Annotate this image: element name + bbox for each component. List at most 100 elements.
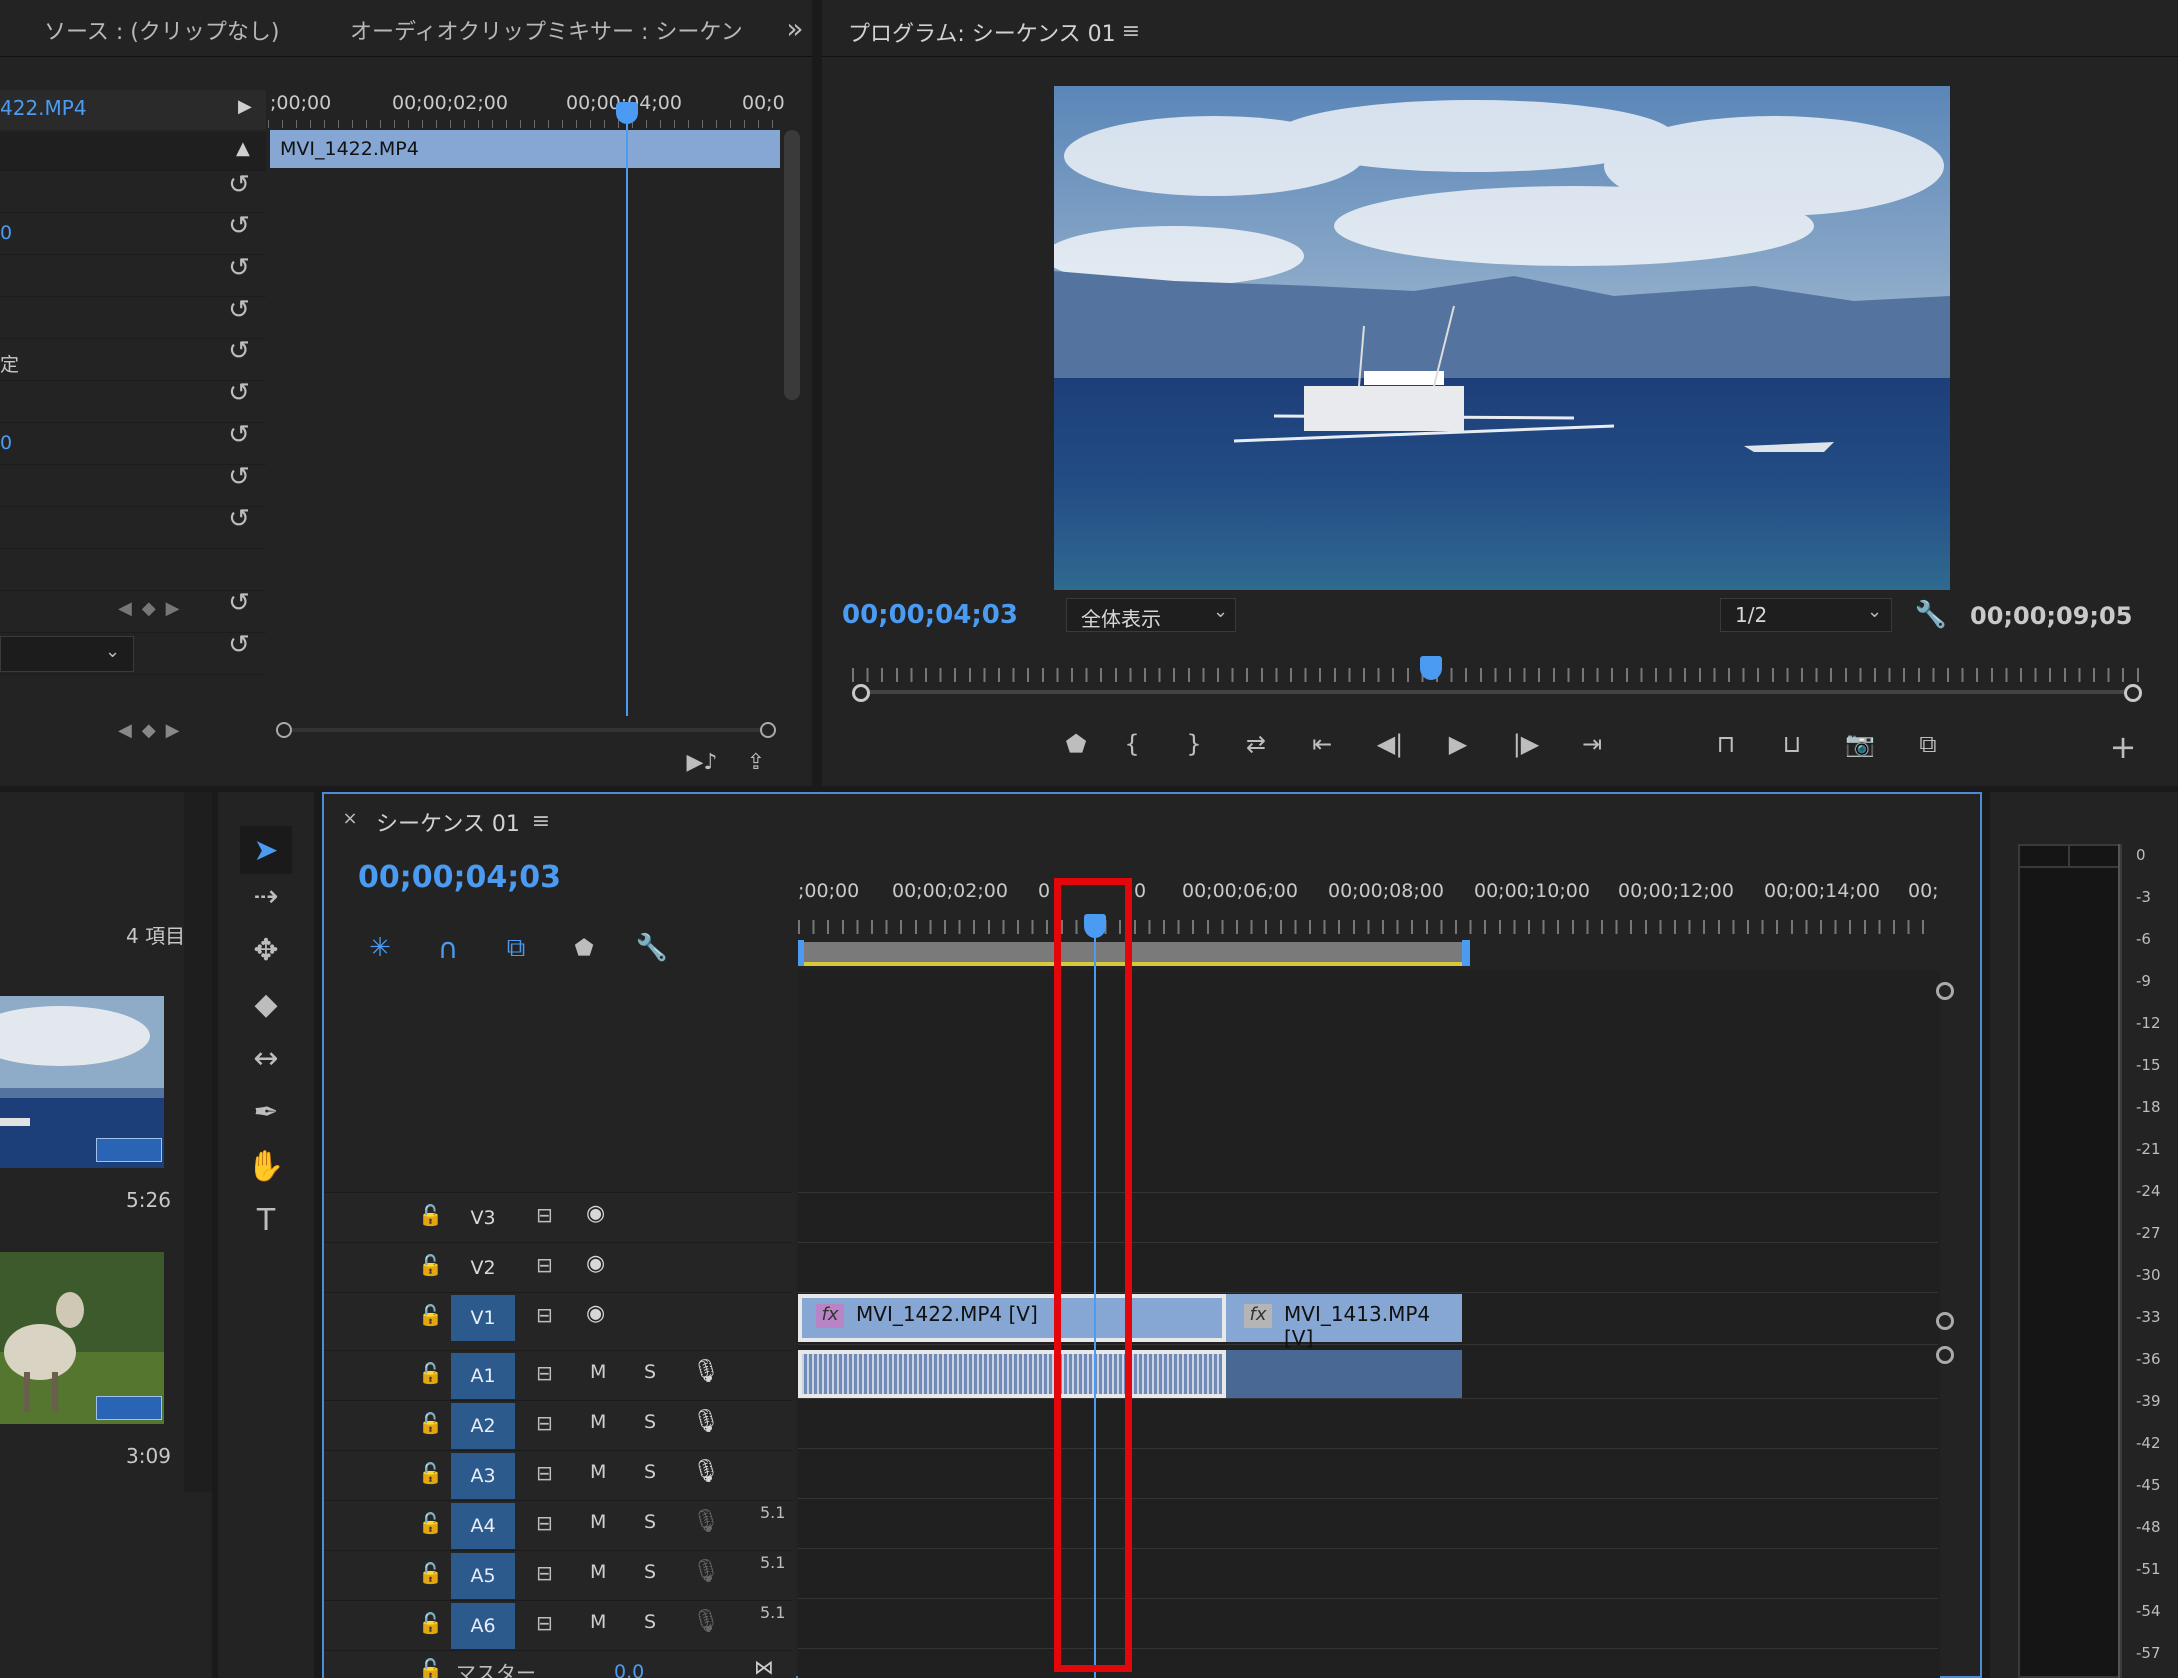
mute-button[interactable]: M — [590, 1461, 606, 1483]
source-tab[interactable]: ソース : (クリップなし) — [44, 14, 279, 46]
linked-selection-icon[interactable]: ⧉ — [498, 930, 534, 966]
voiceover-mic-icon[interactable]: 🎙 — [692, 1609, 720, 1634]
panel-overflow-icon[interactable]: » — [780, 10, 810, 46]
eye-icon[interactable]: ◉ — [586, 1251, 605, 1276]
keyframe-nav[interactable]: ◀◆▶ — [118, 598, 190, 619]
sync-lock-icon[interactable]: ⊟ — [536, 1203, 553, 1227]
play-audio-only-icon[interactable]: ▶♪ — [686, 746, 718, 778]
mute-button[interactable]: M — [590, 1411, 606, 1433]
track-select-icon[interactable]: ⇢ — [240, 872, 292, 920]
razor-tool-icon[interactable]: ◆ — [240, 980, 292, 1028]
ec-playhead[interactable] — [626, 104, 628, 716]
mark-in-icon[interactable]: { — [1110, 726, 1154, 762]
sync-lock-icon[interactable]: ⊟ — [536, 1253, 553, 1277]
timeline-vscroll[interactable] — [1936, 982, 1954, 1662]
menu-icon[interactable]: ≡ — [1118, 18, 1144, 44]
type-tool-icon[interactable]: T — [240, 1196, 292, 1244]
track-target-a3[interactable]: A3 — [451, 1453, 515, 1499]
work-area-start[interactable] — [798, 940, 804, 966]
track-target-a2[interactable]: A2 — [451, 1403, 515, 1449]
solo-button[interactable]: S — [644, 1611, 656, 1633]
go-to-out-icon[interactable]: ⇥ — [1570, 726, 1614, 762]
program-title[interactable]: プログラム: シーケンス 01 — [848, 16, 1116, 48]
clip-a1-audio-2[interactable] — [1226, 1350, 1462, 1398]
play-triangle-icon[interactable]: ▶ — [238, 96, 252, 117]
wrench-icon[interactable]: 🔧 — [1914, 598, 1948, 632]
reset-parameter-icon[interactable]: ↺ — [222, 168, 256, 202]
timeline-timecode[interactable]: 00;00;04;03 — [358, 860, 561, 895]
reset-parameter-icon[interactable]: ↺ — [222, 251, 256, 285]
voiceover-mic-icon[interactable]: 🎙 — [692, 1409, 720, 1434]
sync-lock-icon[interactable]: ⊟ — [536, 1361, 553, 1385]
reset-parameter-icon[interactable]: ↺ — [222, 376, 256, 410]
lock-icon[interactable]: 🔓 — [418, 1361, 443, 1385]
clip-v1-mvi-1413[interactable]: fx MVI_1413.MP4 [V] — [1226, 1294, 1462, 1350]
extract-icon[interactable]: ⊔ — [1770, 726, 1814, 762]
ec-playhead-head[interactable] — [616, 102, 638, 124]
track-target-a5[interactable]: A5 — [451, 1553, 515, 1599]
solo-button[interactable]: S — [644, 1411, 656, 1433]
reset-parameter-icon[interactable]: ↺ — [222, 586, 256, 620]
sync-lock-icon[interactable]: ⊟ — [536, 1461, 553, 1485]
voiceover-mic-icon[interactable]: 🎙 — [692, 1459, 720, 1484]
export-frame-icon[interactable]: 📷 — [1838, 726, 1882, 762]
add-marker-icon[interactable]: ⬟ — [1054, 726, 1098, 762]
track-target-a1[interactable]: A1 — [451, 1353, 515, 1399]
zoom-handle-left[interactable] — [852, 684, 870, 702]
lock-icon[interactable]: 🔓 — [418, 1511, 443, 1535]
eye-icon[interactable]: ◉ — [586, 1201, 605, 1226]
sync-lock-icon[interactable]: ⊟ — [536, 1561, 553, 1585]
step-back-to-in-icon[interactable]: ⇤ — [1300, 726, 1344, 762]
solo-button[interactable]: S — [644, 1461, 656, 1483]
lock-icon[interactable]: 🔓 — [418, 1611, 443, 1635]
reset-parameter-icon[interactable]: ↺ — [222, 460, 256, 494]
zoom-handle-right[interactable] — [2124, 684, 2142, 702]
sync-lock-icon[interactable]: ⊟ — [536, 1303, 553, 1327]
mark-out-icon[interactable]: } — [1172, 726, 1216, 762]
hand-tool-icon[interactable]: ✋ — [240, 1142, 292, 1190]
ec-clip-bar[interactable]: MVI_1422.MP4 — [270, 130, 780, 168]
selection-tool-icon[interactable]: ➤ — [240, 826, 292, 874]
fit-dropdown[interactable]: 全体表示 ⌄ — [1066, 598, 1236, 632]
voiceover-mic-icon[interactable]: 🎙 — [692, 1359, 720, 1384]
add-marker-icon[interactable]: ⬟ — [566, 930, 602, 966]
clip-v1-mvi-1422[interactable]: fx MVI_1422.MP4 [V] — [798, 1294, 1226, 1342]
play-icon[interactable]: ▶ — [1436, 726, 1480, 762]
track-target-a6[interactable]: A6 — [451, 1603, 515, 1649]
snap-magnet-icon[interactable]: ∩ — [430, 930, 466, 966]
solo-button[interactable]: S — [644, 1511, 656, 1533]
reset-parameter-icon[interactable]: ↺ — [222, 334, 256, 368]
program-timecode[interactable]: 00;00;04;03 — [842, 600, 1018, 630]
compare-view-icon[interactable]: ⧉ — [1906, 726, 1950, 762]
blend-dropdown[interactable]: ⌄ — [0, 636, 134, 672]
sync-lock-icon[interactable]: ⊟ — [536, 1511, 553, 1535]
eye-icon[interactable]: ◉ — [586, 1301, 605, 1326]
mute-button[interactable]: M — [590, 1611, 606, 1633]
ripple-edit-icon[interactable]: ✥ — [240, 926, 292, 974]
ec-vscroll[interactable] — [784, 130, 800, 400]
lock-icon[interactable]: 🔓 — [418, 1303, 443, 1327]
lock-icon[interactable]: 🔓 — [418, 1561, 443, 1585]
mute-button[interactable]: M — [590, 1361, 606, 1383]
add-button-icon[interactable]: + — [2106, 728, 2140, 766]
sync-lock-icon[interactable]: ⊟ — [536, 1411, 553, 1435]
slip-tool-icon[interactable]: ↔ — [240, 1034, 292, 1082]
lock-icon[interactable]: 🔓 — [418, 1657, 443, 1678]
reset-parameter-icon[interactable]: ↺ — [222, 418, 256, 452]
master-end-icon[interactable]: ⋈ — [754, 1655, 774, 1678]
lock-icon[interactable]: 🔓 — [418, 1411, 443, 1435]
ec-ruler[interactable]: ;00;00 00;00;02;00 00;00;04;00 00;0 — [268, 86, 785, 128]
close-icon[interactable]: × — [340, 808, 360, 829]
mute-button[interactable]: M — [590, 1561, 606, 1583]
menu-icon[interactable]: ≡ — [528, 808, 554, 834]
wrench-icon[interactable]: 🔧 — [634, 930, 670, 966]
mute-button[interactable]: M — [590, 1511, 606, 1533]
lift-icon[interactable]: ⊓ — [1704, 726, 1748, 762]
nest-icon[interactable]: ✳ — [362, 930, 398, 966]
step-forward-icon[interactable]: |▶ — [1504, 726, 1548, 762]
track-target-a4[interactable]: A4 — [451, 1503, 515, 1549]
keyframe-nav-2[interactable]: ◀◆▶ — [118, 720, 190, 741]
sync-lock-icon[interactable]: ⊟ — [536, 1611, 553, 1635]
reset-parameter-icon[interactable]: ↺ — [222, 293, 256, 327]
pen-tool-icon[interactable]: ✒ — [240, 1088, 292, 1136]
